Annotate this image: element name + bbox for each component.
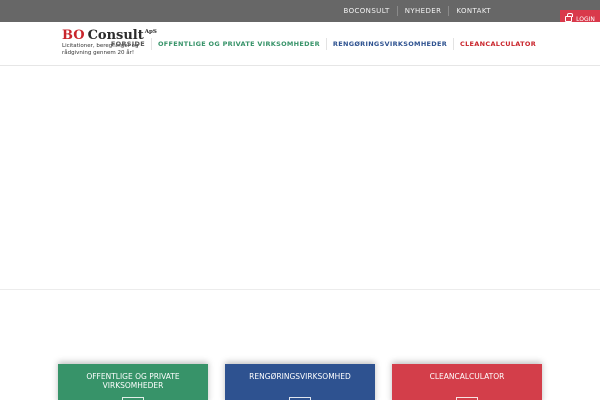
top-link-boconsult[interactable]: BOCONSULT (337, 7, 397, 15)
top-nav: BOCONSULT NYHEDER KONTAKT (337, 0, 499, 22)
service-box-title: OFFENTLIGE OG PRIVATE VIRKSOMHEDER (86, 372, 180, 390)
logo-bo: BO (62, 28, 85, 43)
top-bar: BOCONSULT NYHEDER KONTAKT (0, 0, 600, 22)
service-box-cleancalculator[interactable]: CLEANCALCULATOR (392, 364, 542, 400)
nav-item-offentlige[interactable]: OFFENTLIGE OG PRIVATE VIRKSOMHEDER (152, 40, 326, 48)
top-link-nyheder[interactable]: NYHEDER (398, 7, 449, 15)
nav-item-forside[interactable]: FORSIDE (105, 40, 151, 48)
nav-item-rengoring[interactable]: RENGØRINGSVIRKSOMHEDER (327, 40, 453, 48)
service-box-title: RENGØRINGSVIRKSOMHED (249, 372, 351, 381)
main-nav: FORSIDE OFFENTLIGE OG PRIVATE VIRKSOMHED… (105, 22, 542, 66)
service-box-offentlige[interactable]: OFFENTLIGE OG PRIVATE VIRKSOMHEDER (58, 364, 208, 400)
top-link-kontakt[interactable]: KONTAKT (449, 7, 498, 15)
hero-divider (0, 289, 600, 290)
service-box-title: CLEANCALCULATOR (429, 372, 505, 381)
nav-item-cleancalculator[interactable]: CLEANCALCULATOR (454, 40, 542, 48)
service-box-rengoring[interactable]: RENGØRINGSVIRKSOMHED (225, 364, 375, 400)
